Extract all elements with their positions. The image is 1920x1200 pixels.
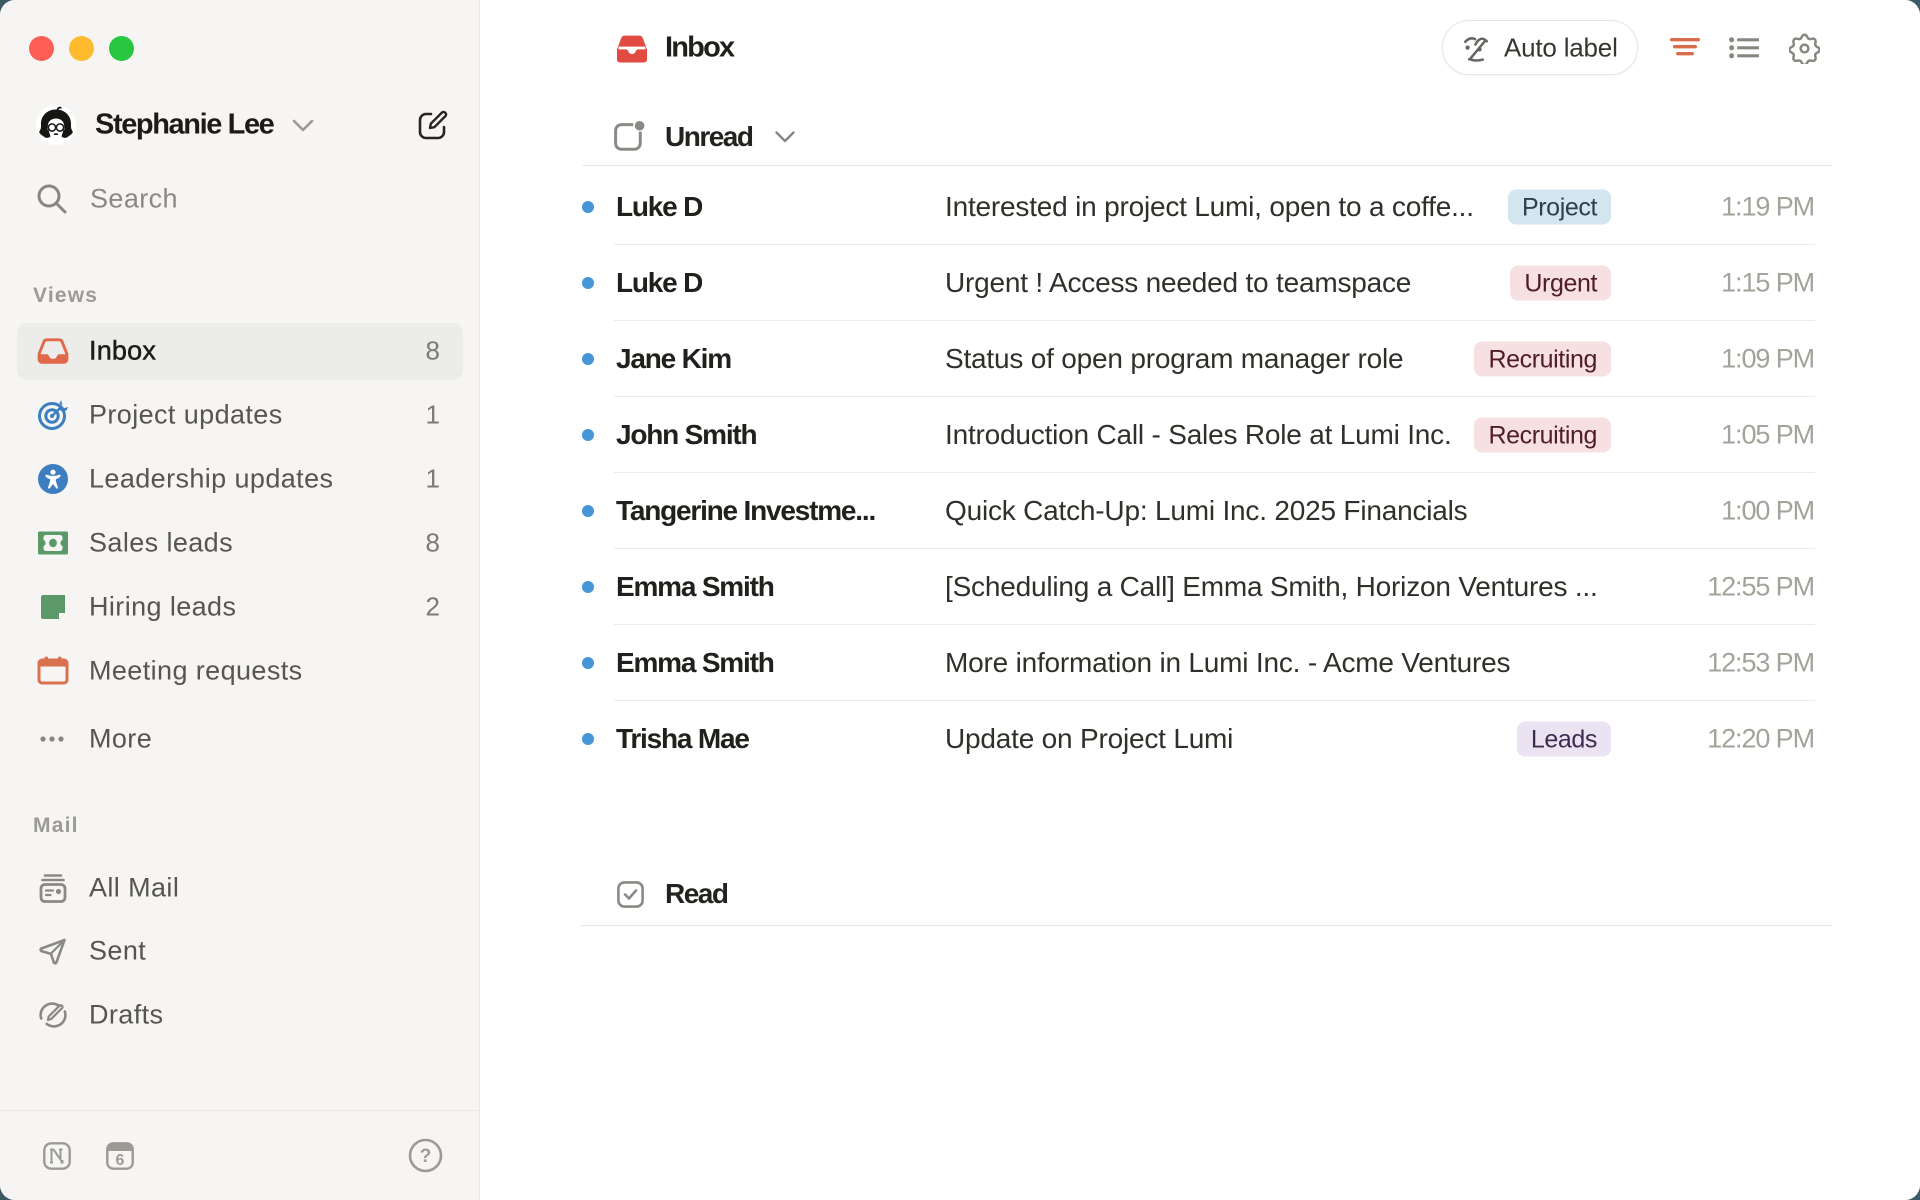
svg-text:6: 6 xyxy=(116,1152,125,1169)
svg-text:?: ? xyxy=(420,1146,432,1167)
